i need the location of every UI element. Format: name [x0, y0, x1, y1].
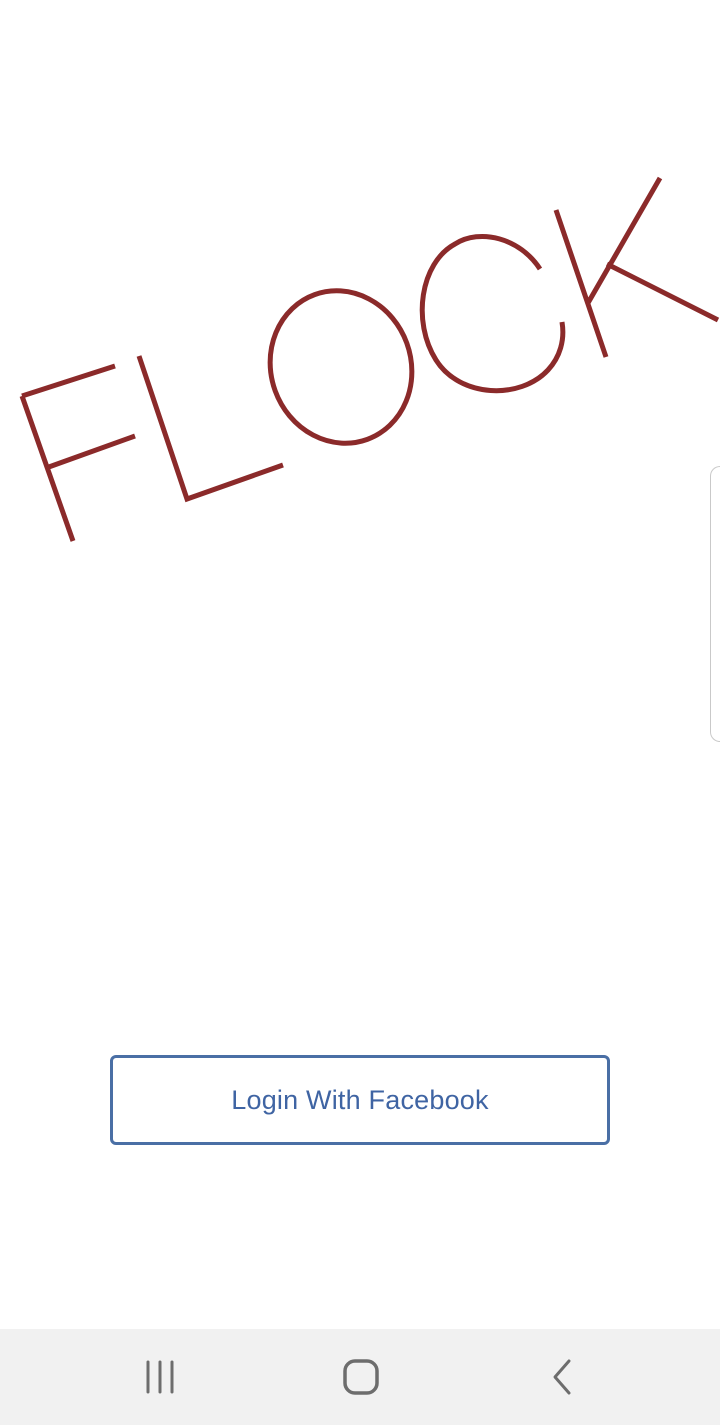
- logo-letter-c: [419, 234, 566, 394]
- recent-apps-icon: [146, 1360, 174, 1394]
- logo-letter-l: [136, 355, 284, 503]
- edge-panel-handle[interactable]: [710, 466, 720, 742]
- flock-logo: [19, 176, 720, 542]
- login-screen: Login With Facebook: [0, 0, 720, 1425]
- home-button[interactable]: [301, 1329, 421, 1425]
- back-button[interactable]: [503, 1329, 623, 1425]
- back-icon: [553, 1359, 571, 1395]
- login-button-label: Login With Facebook: [231, 1084, 489, 1115]
- logo-letter-o: [267, 288, 415, 446]
- system-navigation-bar: [0, 1329, 720, 1425]
- logo-letter-f: [19, 363, 136, 542]
- logo-letter-k: [553, 176, 720, 358]
- recent-apps-button[interactable]: [100, 1329, 220, 1425]
- home-icon: [343, 1359, 379, 1395]
- login-with-facebook-button[interactable]: Login With Facebook: [110, 1055, 610, 1145]
